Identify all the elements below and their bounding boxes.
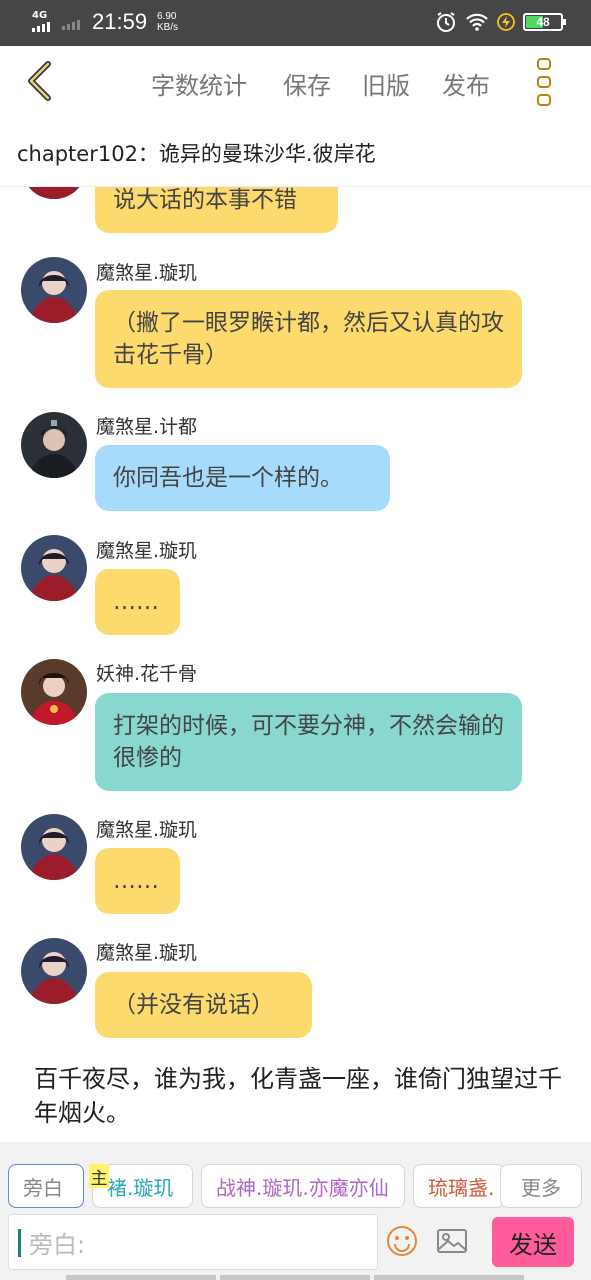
wifi-icon bbox=[466, 13, 488, 31]
gesture-bar bbox=[66, 1275, 524, 1280]
message-bubble[interactable]: （撇了一眼罗睺计都，然后又认真的攻击花千骨） bbox=[95, 290, 522, 388]
host-badge: 主 bbox=[89, 1164, 109, 1189]
input-placeholder: 旁白: bbox=[29, 1230, 86, 1259]
message-bubble[interactable]: 说大话的本事不错 bbox=[95, 187, 338, 233]
avatar[interactable] bbox=[21, 659, 87, 725]
sender-name: 魔煞星.璇玑 bbox=[96, 819, 198, 841]
role-label: 琉璃盏. bbox=[428, 1175, 495, 1200]
sender-name: 魔煞星.璇玑 bbox=[96, 540, 198, 562]
message-bubble[interactable]: …… bbox=[95, 848, 180, 914]
editor-toolbar: 字数统计 保存 旧版 发布 bbox=[0, 46, 591, 118]
role-chip-liulizhan[interactable]: 琉璃盏. bbox=[413, 1164, 505, 1208]
avatar-jidu-image bbox=[21, 412, 87, 478]
emoji-icon[interactable] bbox=[385, 1224, 419, 1258]
narration-text[interactable]: 百千夜尽，谁为我，化青盏一座，谁倚门独望过千年烟火。 bbox=[34, 1062, 574, 1130]
status-icons: 48 bbox=[435, 11, 566, 33]
word-count-button[interactable]: 字数统计 bbox=[151, 66, 247, 101]
avatar[interactable] bbox=[21, 187, 87, 199]
message-input[interactable]: 旁白: bbox=[8, 1214, 378, 1270]
role-label: 旁白 bbox=[23, 1175, 63, 1200]
sender-name: 魔煞星.璇玑 bbox=[96, 942, 198, 964]
message-bubble[interactable]: 打架的时候，可不要分神，不然会输的很惨的 bbox=[95, 693, 522, 791]
composer-panel: 旁白 褚.璇玑 主 战神.璇玑.亦魔亦仙 琉璃盏. 更多 旁白: 发送 bbox=[0, 1142, 591, 1280]
avatar[interactable] bbox=[21, 814, 87, 880]
avatar[interactable] bbox=[21, 412, 87, 478]
signal-icon bbox=[32, 22, 50, 32]
sender-name: 妖神.花千骨 bbox=[96, 663, 198, 685]
alarm-icon bbox=[437, 12, 455, 32]
menu-dot-icon bbox=[537, 94, 551, 106]
avatar-xuanji-image bbox=[21, 814, 87, 880]
battery-level: 48 bbox=[536, 15, 550, 29]
avatar-huaqiangu-image bbox=[21, 659, 87, 725]
role-label: 战神.璇玑.亦魔亦仙 bbox=[216, 1175, 389, 1200]
role-chip-war-god[interactable]: 战神.璇玑.亦魔亦仙 bbox=[201, 1164, 405, 1208]
message-text: …… bbox=[113, 868, 159, 894]
network-speed: 6.90 KB/s bbox=[157, 11, 178, 33]
avatar[interactable] bbox=[21, 535, 87, 601]
chevron-left-icon bbox=[28, 61, 51, 101]
battery-icon: 48 bbox=[523, 13, 566, 31]
save-button[interactable]: 保存 bbox=[283, 66, 331, 101]
message-text: （并没有说话） bbox=[113, 992, 274, 1018]
message-text: （撇了一眼罗睺计都，然后又认真的攻击花千骨） bbox=[113, 310, 504, 368]
network-type: 4G bbox=[32, 10, 48, 21]
message-bubble[interactable]: 你同吾也是一个样的。 bbox=[95, 445, 390, 511]
image-icon[interactable] bbox=[435, 1224, 469, 1258]
menu-dot-icon bbox=[537, 58, 551, 70]
message-text: 说大话的本事不错 bbox=[113, 187, 297, 213]
send-button[interactable]: 发送 bbox=[492, 1217, 574, 1267]
more-label: 更多 bbox=[521, 1175, 561, 1200]
publish-button[interactable]: 发布 bbox=[442, 66, 490, 101]
back-button[interactable] bbox=[20, 58, 64, 104]
chapter-title: chapter102：诡异的曼珠沙华.彼岸花 bbox=[17, 142, 376, 166]
speed-unit: KB/s bbox=[157, 22, 179, 33]
avatar-xuanji-image bbox=[21, 535, 87, 601]
chat-area[interactable]: 说大话的本事不错 魔煞星.璇玑 （撇了一眼罗睺计都，然后又认真的攻击花千骨） 魔… bbox=[0, 187, 591, 1142]
avatar[interactable] bbox=[21, 257, 87, 323]
avatar-xuanji-image bbox=[21, 257, 87, 323]
more-roles-button[interactable]: 更多 bbox=[500, 1164, 582, 1208]
role-label: 褚.璇玑 bbox=[107, 1175, 174, 1200]
avatar-xuanji-image bbox=[21, 938, 87, 1004]
avatar-xuanji-image bbox=[21, 187, 87, 199]
avatar[interactable] bbox=[21, 938, 87, 1004]
message-text: …… bbox=[113, 589, 159, 615]
message-bubble[interactable]: （并没有说话） bbox=[95, 972, 312, 1038]
speed-value: 6.90 bbox=[157, 11, 177, 22]
message-text: 打架的时候，可不要分神，不然会输的很惨的 bbox=[113, 713, 504, 771]
status-bar: 4G 21:59 6.90 KB/s 48 bbox=[0, 0, 591, 46]
message-bubble[interactable]: …… bbox=[95, 569, 180, 635]
sender-name: 魔煞星.计都 bbox=[96, 416, 198, 438]
old-version-button[interactable]: 旧版 bbox=[362, 66, 410, 101]
menu-dot-icon bbox=[537, 76, 551, 88]
signal-icon-secondary bbox=[62, 20, 80, 30]
role-chip-narrator[interactable]: 旁白 bbox=[8, 1164, 84, 1208]
message-text: 你同吾也是一个样的。 bbox=[113, 465, 343, 491]
more-menu-button[interactable] bbox=[530, 56, 558, 108]
charging-icon bbox=[497, 13, 515, 31]
sender-name: 魔煞星.璇玑 bbox=[96, 262, 198, 284]
clock: 21:59 bbox=[92, 9, 148, 34]
